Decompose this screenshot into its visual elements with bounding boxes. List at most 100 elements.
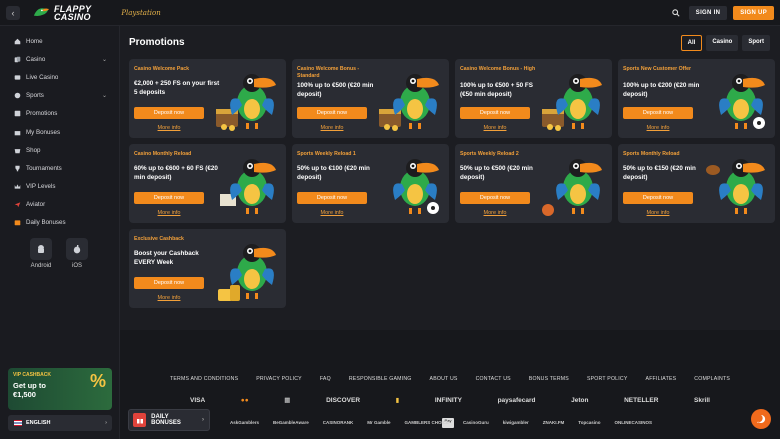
filter-casino[interactable]: Casino <box>706 35 739 51</box>
site-logo[interactable]: FLAPPY CASINO <box>32 4 91 21</box>
footer-link[interactable]: PRIVACY POLICY <box>256 376 302 382</box>
filter-all[interactable]: All <box>680 35 703 51</box>
percent-icon: % <box>89 371 106 391</box>
promo-offer-text: 100% up to €500 (€20 min deposit) <box>297 82 374 98</box>
sidebar-item-label: Daily Bonuses <box>26 219 66 227</box>
promo-category: Casino Welcome Pack <box>134 66 189 72</box>
deposit-now-button[interactable]: Deposit now <box>134 277 204 289</box>
sign-up-button[interactable]: SIGN UP <box>733 5 774 20</box>
sidebar-item-home[interactable]: Home <box>0 32 119 50</box>
ball-icon <box>14 92 21 99</box>
sidebar-item-my-bonuses[interactable]: My Bonuses <box>0 123 119 141</box>
more-info-link[interactable]: More info <box>297 125 367 131</box>
sign-in-button[interactable]: SIGN IN <box>688 5 728 20</box>
deposit-now-button[interactable]: Deposit now <box>623 192 693 204</box>
deposit-now-button[interactable]: Deposit now <box>623 107 693 119</box>
partner-logo[interactable]: GAMBLERS CHOICE <box>404 420 449 425</box>
cards-icon <box>14 56 21 63</box>
partner-logo[interactable]: Topcasino <box>578 420 600 425</box>
sidebar-item-shop[interactable]: Shop <box>0 141 119 159</box>
partner-logos: AskGamblers BeGambleAware CASINORANK Mr Gam… <box>230 420 780 425</box>
payment-methods: VISA ●● ▦ DISCOVER ▮ INFINITY paysafecard Jeton… <box>190 396 710 405</box>
footer-link[interactable]: CONTACT US <box>476 376 511 382</box>
promo-card[interactable]: Casino Monthly Reload 60% up to €600 + 60… <box>129 144 286 223</box>
footer-link[interactable]: ABOUT US <box>430 376 458 382</box>
footer-link[interactable]: AFFILIATES <box>646 376 677 382</box>
sidebar-item-promotions[interactable]: Promotions <box>0 105 119 123</box>
more-info-link[interactable]: More info <box>623 210 693 216</box>
partner-logo[interactable]: ZNAKI.FM <box>543 420 565 425</box>
partner-logo[interactable]: AskGamblers <box>230 420 259 425</box>
chevron-down-icon[interactable]: ⌄ <box>102 56 107 63</box>
language-selector[interactable]: ENGLISH › <box>8 415 112 431</box>
back-button[interactable]: ‹ <box>6 5 20 20</box>
deposit-now-button[interactable]: Deposit now <box>460 107 530 119</box>
footer-link[interactable]: RESPONSIBLE GAMING <box>349 376 412 382</box>
promo-category: Sports Weekly Reload 2 <box>460 151 519 157</box>
toucan-chest-illustration <box>375 65 445 133</box>
main-content: Promotions All Casino Sport Casino Welco… <box>120 26 780 439</box>
more-info-link[interactable]: More info <box>460 210 530 216</box>
android-app-link[interactable]: Android <box>30 238 52 269</box>
partner-logo[interactable]: ONLINECASINOS <box>614 420 652 425</box>
more-info-link[interactable]: More info <box>623 125 693 131</box>
promo-category: Casino Welcome Bonus - Standard <box>297 66 360 79</box>
calendar-icon <box>14 219 21 226</box>
sidebar-item-live-casino[interactable]: Live Casino <box>0 68 119 86</box>
top-bar: ‹ FLAPPY CASINO Playstation SIGN IN SIGN… <box>0 0 780 26</box>
promo-offer-text: 50% up to €500 (€20 min deposit) <box>460 165 533 181</box>
partner-logo[interactable]: CasinoGuru <box>463 420 489 425</box>
sidebar-item-vip-levels[interactable]: VIP Levels <box>0 178 119 196</box>
sidebar-item-daily-bonuses[interactable]: Daily Bonuses <box>0 214 119 232</box>
chat-icon <box>757 414 766 423</box>
partner-logo[interactable]: kiwigambler <box>503 420 529 425</box>
more-info-link[interactable]: More info <box>134 295 204 301</box>
more-info-link[interactable]: More info <box>460 125 530 131</box>
promo-offer-text: Boost your Cashback EVERY Week <box>134 250 199 266</box>
promo-card[interactable]: Sports New Customer Offer 100% up to €200… <box>618 59 775 138</box>
promo-offer-text: 100% up to €200 (€20 min deposit) <box>623 82 700 98</box>
promo-offer-text: 60% up to €600 + 60 FS (€20 min deposit) <box>134 165 218 181</box>
promo-card[interactable]: Sports Monthly Reload 50% up to €150 (€20… <box>618 144 775 223</box>
deposit-now-button[interactable]: Deposit now <box>134 107 204 119</box>
chevron-right-icon: › <box>202 417 204 423</box>
footer-link[interactable]: SPORT POLICY <box>587 376 628 382</box>
sidebar-item-sports[interactable]: Sports ⌄ <box>0 87 119 105</box>
vip-cashback-banner[interactable]: VIP CASHBACK Get up to €1,500 % <box>8 368 112 410</box>
sidebar-item-aviator[interactable]: Aviator <box>0 196 119 214</box>
chevron-down-icon[interactable]: ⌄ <box>102 92 107 99</box>
filter-sport[interactable]: Sport <box>742 35 770 51</box>
ios-app-link[interactable]: iOS <box>66 238 88 269</box>
footer-link[interactable]: COMPLAINTS <box>694 376 730 382</box>
footer-link[interactable]: TERMS AND CONDITIONS <box>170 376 238 382</box>
footer-link[interactable]: FAQ <box>320 376 331 382</box>
promo-card[interactable]: Casino Welcome Pack €2,000 + 250 FS on yo… <box>129 59 286 138</box>
footer-link[interactable]: BONUS TERMS <box>529 376 569 382</box>
promo-category: Casino Welcome Bonus - High <box>460 66 536 72</box>
deposit-now-button[interactable]: Deposit now <box>297 107 367 119</box>
partner-logo[interactable]: CASINORANK <box>323 420 354 425</box>
more-info-link[interactable]: More info <box>297 210 367 216</box>
more-info-link[interactable]: More info <box>134 210 204 216</box>
partner-logo[interactable]: Mr Gamble <box>367 420 390 425</box>
sidebar-item-casino[interactable]: Casino ⌄ <box>0 50 119 68</box>
promo-card[interactable]: Sports Weekly Reload 1 50% up to €100 (€2… <box>292 144 449 223</box>
support-chat-button[interactable] <box>751 409 771 429</box>
vip-line2: €1,500 <box>13 390 36 399</box>
promo-card[interactable]: Casino Welcome Bonus - Standard 100% up t… <box>292 59 449 138</box>
promo-card[interactable]: Sports Weekly Reload 2 50% up to €500 (€2… <box>455 144 612 223</box>
bonus-icon <box>14 129 21 136</box>
payment-logo: DISCOVER <box>326 396 361 404</box>
sidebar-item-tournaments[interactable]: Tournaments <box>0 159 119 177</box>
live-icon <box>14 74 21 81</box>
promo-card[interactable]: Exclusive Cashback Boost your Cashback EV… <box>129 229 286 308</box>
promo-card[interactable]: Casino Welcome Bonus - High 100% up to €5… <box>455 59 612 138</box>
search-icon[interactable] <box>669 6 683 20</box>
deposit-now-button[interactable]: Deposit now <box>134 192 204 204</box>
daily-bonuses-button[interactable]: DAILY BONUSES › <box>128 409 210 431</box>
deposit-now-button[interactable]: Deposit now <box>297 192 367 204</box>
partner-logo[interactable]: BeGambleAware <box>273 420 309 425</box>
android-label: Android <box>30 263 52 270</box>
more-info-link[interactable]: More info <box>134 125 204 131</box>
deposit-now-button[interactable]: Deposit now <box>460 192 530 204</box>
